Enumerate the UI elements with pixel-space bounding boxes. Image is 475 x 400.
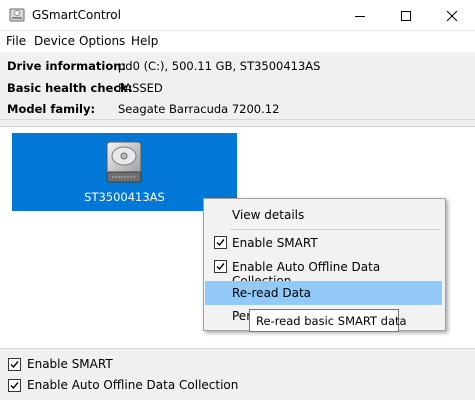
- tooltip: Re-read basic SMART data: [249, 309, 407, 332]
- enable-smart-menu-checkbox: [214, 236, 227, 249]
- health-check-value: PASSED: [118, 81, 163, 95]
- drive-info-panel: Drive information: pd0 (C:), 500.11 GB, …: [0, 52, 475, 120]
- window-title: GSmartControl: [32, 8, 121, 22]
- view-details-label: View details: [232, 208, 305, 222]
- maximize-icon: [401, 10, 411, 21]
- title-bar: GSmartControl: [0, 0, 475, 31]
- health-check-label: Basic health check:: [7, 81, 133, 95]
- menu-separator: [230, 229, 440, 230]
- enable-offline-label[interactable]: Enable Auto Offline Data Collection: [27, 378, 238, 392]
- checkmark-icon: [216, 263, 225, 271]
- menu-options[interactable]: Options: [79, 34, 125, 48]
- hard-disk-icon: [9, 8, 25, 22]
- tooltip-text: Re-read basic SMART data: [256, 314, 407, 328]
- checkmark-icon: [10, 361, 19, 369]
- hard-disk-icon: [104, 140, 144, 189]
- enable-smart-checkbox[interactable]: [8, 358, 21, 371]
- drive-info-value: pd0 (C:), 500.11 GB, ST3500413AS: [118, 59, 321, 73]
- menu-bar: File Device Options Help: [0, 31, 475, 52]
- menu-file[interactable]: File: [6, 34, 26, 48]
- menu-item-enable-offline[interactable]: Enable Auto Offline Data Collection: [205, 255, 442, 288]
- menu-help[interactable]: Help: [131, 34, 158, 48]
- bottom-options-panel: Enable SMART Enable Auto Offline Data Co…: [0, 349, 475, 400]
- drive-info-label: Drive information:: [7, 59, 127, 73]
- enable-offline-checkbox[interactable]: [8, 379, 21, 392]
- close-icon: [447, 10, 457, 21]
- minimize-icon: [355, 15, 365, 17]
- enable-smart-label[interactable]: Enable SMART: [27, 357, 113, 371]
- maximize-button[interactable]: [383, 0, 429, 31]
- menu-device[interactable]: Device: [34, 34, 75, 48]
- menu-item-reread-data[interactable]: Re-read Data: [205, 281, 442, 305]
- reread-data-label: Re-read Data: [232, 286, 312, 300]
- model-family-label: Model family:: [7, 102, 96, 116]
- enable-smart-menu-label: Enable SMART: [232, 236, 318, 250]
- minimize-button[interactable]: [337, 0, 383, 31]
- model-family-value: Seagate Barracuda 7200.12: [118, 102, 280, 116]
- enable-offline-menu-checkbox: [214, 260, 227, 273]
- checkmark-icon: [10, 382, 19, 390]
- menu-item-enable-smart[interactable]: Enable SMART: [205, 231, 442, 255]
- menu-item-view-details[interactable]: View details: [205, 203, 442, 227]
- close-button[interactable]: [429, 0, 475, 31]
- checkmark-icon: [216, 239, 225, 247]
